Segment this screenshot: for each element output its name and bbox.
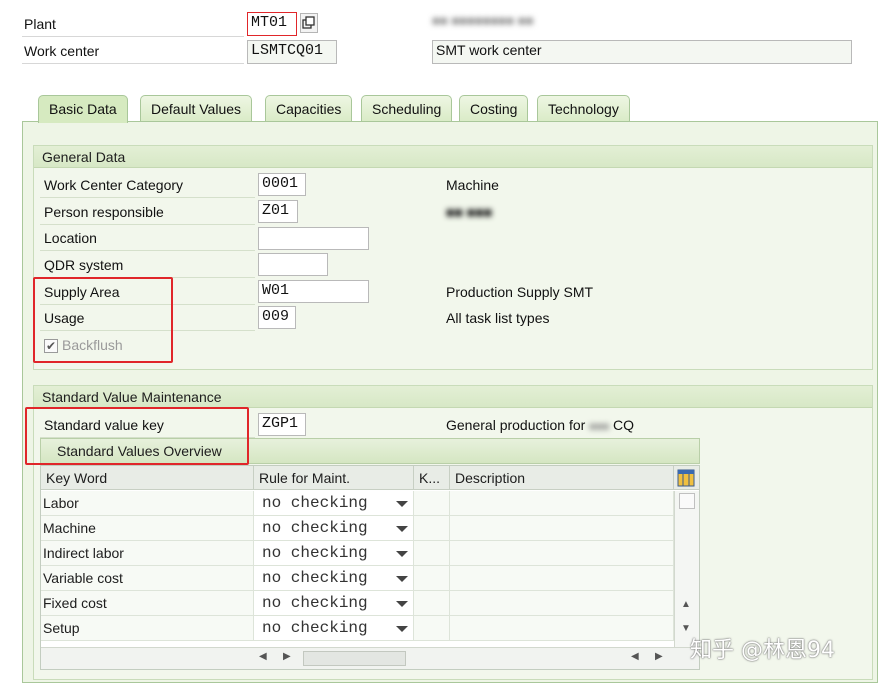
rule-dropdown[interactable]: no checking bbox=[254, 566, 414, 591]
tab-capacities[interactable]: Capacities bbox=[265, 95, 353, 122]
chevron-down-icon[interactable] bbox=[396, 526, 408, 532]
scroll-up-icon[interactable]: ▲ bbox=[681, 599, 691, 610]
plant-field[interactable]: MT01 bbox=[247, 12, 297, 36]
person-responsible-desc: ■■ ■■■ bbox=[446, 204, 493, 220]
highlight-supply-area bbox=[33, 277, 173, 363]
col-rule-for-maint[interactable]: Rule for Maint. bbox=[254, 466, 414, 490]
work-center-description: SMT work center bbox=[432, 40, 852, 64]
col-key-word[interactable]: Key Word bbox=[41, 466, 254, 490]
table-settings-icon[interactable] bbox=[674, 466, 699, 490]
horizontal-scrollbar[interactable]: ◀ ▶ ◀ ▶ bbox=[41, 647, 699, 669]
table-row: Machine bbox=[41, 516, 254, 541]
usage-desc: All task list types bbox=[446, 310, 550, 326]
standard-value-key-field[interactable]: ZGP1 bbox=[258, 413, 306, 436]
work-center-label: Work center bbox=[24, 43, 100, 59]
general-data-title: General Data bbox=[34, 146, 872, 168]
horizontal-scroll-thumb[interactable] bbox=[303, 651, 406, 666]
standard-value-key-desc: General production for ■■■ CQ bbox=[446, 417, 635, 433]
tab-default-values[interactable]: Default Values bbox=[140, 95, 253, 122]
tab-basic-data[interactable]: Basic Data bbox=[38, 95, 128, 123]
rule-dropdown[interactable]: no checking bbox=[254, 591, 414, 616]
chevron-down-icon[interactable] bbox=[396, 601, 408, 607]
location-label: Location bbox=[44, 230, 97, 246]
work-center-category-desc: Machine bbox=[446, 177, 499, 193]
watermark: 知乎 @林恩94 bbox=[690, 638, 835, 663]
vertical-scrollbar[interactable]: ▲ ▼ bbox=[674, 491, 699, 648]
rule-dropdown[interactable]: no checking bbox=[254, 516, 414, 541]
table-row: Labor bbox=[41, 491, 254, 516]
location-field[interactable] bbox=[258, 227, 369, 250]
tab-technology[interactable]: Technology bbox=[537, 95, 630, 122]
plant-description: ■■ ■■■■■■■■ ■■ bbox=[432, 13, 534, 28]
table-row: Setup bbox=[41, 616, 254, 641]
work-center-category-field[interactable]: 0001 bbox=[258, 173, 306, 196]
rule-dropdown[interactable]: no checking bbox=[254, 616, 414, 641]
chevron-down-icon[interactable] bbox=[396, 626, 408, 632]
table-row: Indirect labor bbox=[41, 541, 254, 566]
tab-costing[interactable]: Costing bbox=[459, 95, 529, 122]
person-responsible-label: Person responsible bbox=[44, 204, 164, 220]
supply-area-field[interactable]: W01 bbox=[258, 280, 369, 303]
table-row: Fixed cost bbox=[41, 591, 254, 616]
work-center-field[interactable]: LSMTCQ01 bbox=[247, 40, 337, 64]
person-responsible-field[interactable]: Z01 bbox=[258, 200, 298, 223]
highlight-standard-value bbox=[25, 407, 249, 465]
rule-dropdown[interactable]: no checking bbox=[254, 541, 414, 566]
plant-label: Plant bbox=[24, 16, 56, 32]
supply-area-desc: Production Supply SMT bbox=[446, 284, 594, 300]
col-description[interactable]: Description bbox=[450, 466, 674, 490]
chevron-down-icon[interactable] bbox=[396, 551, 408, 557]
chevron-down-icon[interactable] bbox=[396, 501, 408, 507]
table-row: Variable cost bbox=[41, 566, 254, 591]
scroll-left-icon[interactable]: ◀ bbox=[631, 651, 639, 662]
standard-values-table: Key Word Rule for Maint. K... Descriptio… bbox=[40, 465, 700, 670]
chevron-down-icon[interactable] bbox=[396, 576, 408, 582]
standard-value-title: Standard Value Maintenance bbox=[34, 386, 872, 408]
work-center-category-label: Work Center Category bbox=[44, 177, 184, 193]
scroll-right-icon[interactable]: ▶ bbox=[283, 651, 291, 662]
qdr-system-label: QDR system bbox=[44, 257, 124, 273]
tab-scheduling[interactable]: Scheduling bbox=[361, 95, 453, 122]
scroll-left-icon[interactable]: ◀ bbox=[259, 651, 267, 662]
rule-dropdown[interactable]: no checking bbox=[254, 491, 414, 516]
usage-field[interactable]: 009 bbox=[258, 306, 296, 329]
scroll-right-icon[interactable]: ▶ bbox=[655, 651, 663, 662]
qdr-system-field[interactable] bbox=[258, 253, 328, 276]
copy-icon[interactable] bbox=[300, 13, 318, 33]
col-k[interactable]: K... bbox=[414, 466, 450, 490]
